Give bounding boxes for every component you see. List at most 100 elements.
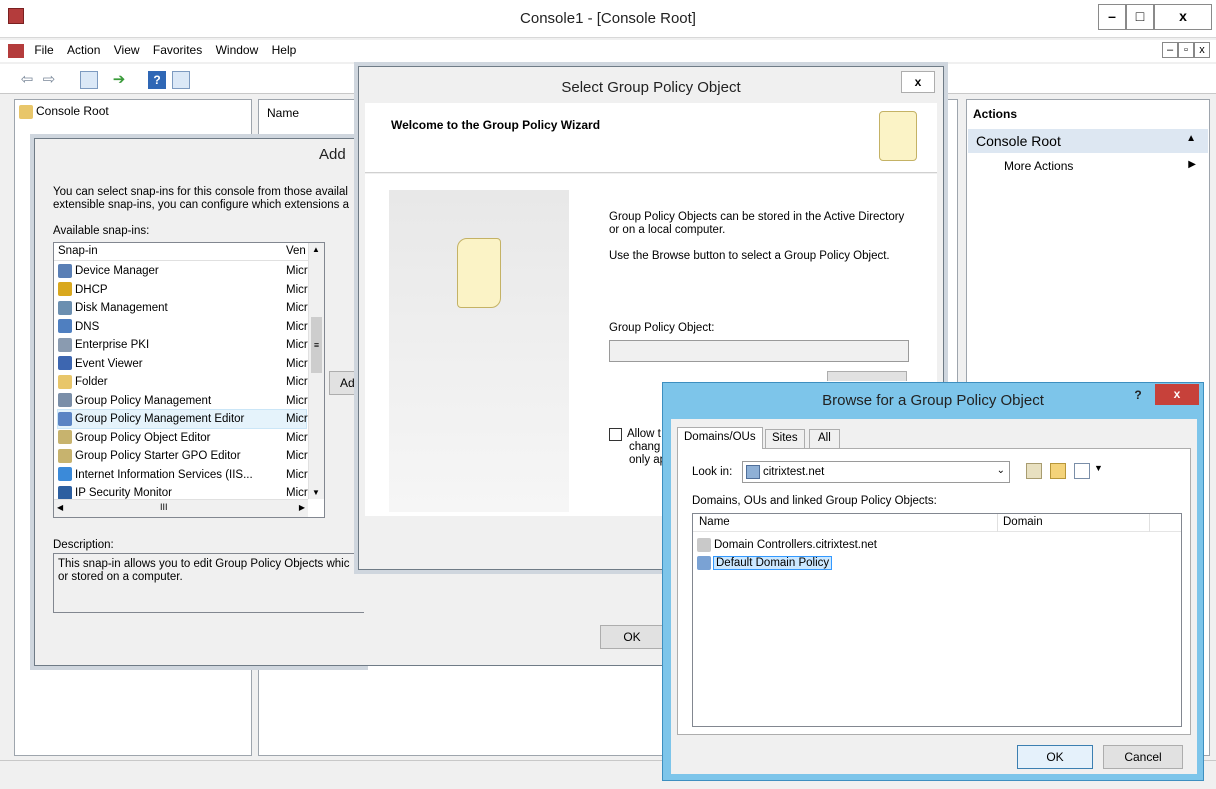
inner-window-controls: – ▫ x xyxy=(1162,42,1210,60)
inner-minimize-button[interactable]: – xyxy=(1162,42,1178,58)
snapin-row[interactable]: Group Policy Management Micr xyxy=(58,392,308,410)
minimize-button[interactable]: – xyxy=(1098,4,1126,30)
snapin-row[interactable]: Group Policy Management Editor Micr xyxy=(57,409,308,429)
snapin-row[interactable]: DNS Micr xyxy=(58,318,308,336)
menu-favorites[interactable]: Favorites xyxy=(148,40,207,60)
browse-help-button[interactable]: ? xyxy=(1123,385,1153,405)
menu-view[interactable]: View xyxy=(109,40,145,60)
intro-text-line2: extensible snap-ins, you can configure w… xyxy=(53,199,349,211)
snapin-icon xyxy=(58,337,72,352)
snapin-name: Device Manager xyxy=(75,265,159,277)
new-gpo-icon[interactable] xyxy=(1050,463,1066,479)
submenu-arrow-icon: ▶ xyxy=(1188,159,1196,170)
gpo-row[interactable]: Default Domain Policy xyxy=(697,554,833,572)
column-header-snapin[interactable]: Snap-in xyxy=(58,245,98,257)
tab-sites[interactable]: Sites xyxy=(765,429,805,449)
browse-cancel-button[interactable]: Cancel xyxy=(1103,745,1183,769)
snapin-icon xyxy=(58,467,72,482)
snapin-row[interactable]: Internet Information Services (IIS... Mic… xyxy=(58,466,308,484)
snapin-row[interactable]: DHCP Micr xyxy=(58,281,308,299)
browse-ok-button[interactable]: OK xyxy=(1017,745,1093,769)
actions-section-console-root[interactable]: Console Root ▲ xyxy=(968,129,1208,153)
gpo-input[interactable] xyxy=(609,340,909,362)
snapin-name: DNS xyxy=(75,320,100,333)
snapin-row[interactable]: Device Manager Micr xyxy=(58,262,308,280)
snapin-row[interactable]: Folder Micr xyxy=(58,373,308,391)
description-box: This snap-in allows you to edit Group Po… xyxy=(53,553,365,613)
scroll-thumb-grip[interactable]: III xyxy=(160,502,168,512)
list-label: Domains, OUs and linked Group Policy Obj… xyxy=(692,495,937,507)
add-snapins-title: Add xyxy=(319,146,346,163)
wizard-desc-line1: Group Policy Objects can be stored in th… xyxy=(609,211,905,223)
description-label: Description: xyxy=(53,539,114,551)
snapin-column-header[interactable]: Snap-in Ven xyxy=(54,243,308,261)
tree-item-console-root[interactable]: Console Root xyxy=(19,103,109,119)
snapin-row[interactable]: Disk Management Micr xyxy=(58,299,308,317)
snapin-name: DHCP xyxy=(75,283,108,296)
view-dropdown-icon[interactable]: ▼ xyxy=(1094,463,1103,473)
snapin-vendor: Micr xyxy=(286,450,308,462)
snapin-row[interactable]: Enterprise PKI Micr xyxy=(58,336,308,354)
snapin-icon xyxy=(58,448,72,463)
column-header-name[interactable]: Name xyxy=(699,516,730,528)
menu-action[interactable]: Action xyxy=(62,40,105,60)
wizard-header-icon xyxy=(879,111,917,161)
select-gpo-close-button[interactable]: x xyxy=(901,71,935,93)
column-divider xyxy=(1149,514,1150,532)
show-hide-tree-icon[interactable] xyxy=(80,71,98,89)
menu-help[interactable]: Help xyxy=(267,40,302,60)
snapin-row[interactable]: Event Viewer Micr xyxy=(58,355,308,373)
allow-text-line1: Allow t xyxy=(627,428,661,440)
export-list-icon[interactable]: ➔ xyxy=(110,71,128,89)
column-header-name[interactable]: Name xyxy=(267,106,299,120)
snapin-vendor: Micr xyxy=(286,468,308,481)
gpo-list[interactable]: Name Domain Domain Controllers.citrixtes… xyxy=(692,513,1182,727)
gpo-list-header: Name Domain xyxy=(693,514,1181,532)
close-button[interactable]: x xyxy=(1154,4,1212,30)
menu-window[interactable]: Window xyxy=(211,40,264,60)
scroll-thumb[interactable]: ≡ xyxy=(311,317,322,373)
description-text-line2: or stored on a computer. xyxy=(58,571,183,583)
add-snapins-ok-button[interactable]: OK xyxy=(600,625,664,649)
help-icon[interactable]: ? xyxy=(148,71,166,89)
console-menu-icon[interactable] xyxy=(8,44,24,58)
menu-file[interactable]: File xyxy=(29,40,58,60)
snapin-row[interactable]: Group Policy Object Editor Micr xyxy=(58,429,308,447)
snapin-name: IP Security Monitor xyxy=(75,487,172,499)
maximize-button[interactable]: □ xyxy=(1126,4,1154,30)
scroll-down-arrow-icon[interactable]: ▼ xyxy=(312,488,320,497)
snapin-icon xyxy=(58,485,72,500)
scroll-up-arrow-icon[interactable]: ▲ xyxy=(312,245,320,254)
view-menu-icon[interactable] xyxy=(1074,463,1090,479)
action-pane-icon[interactable] xyxy=(172,71,190,89)
vertical-scrollbar[interactable]: ▲ ≡ ▼ xyxy=(308,243,324,499)
more-actions-item[interactable]: More Actions ▶ xyxy=(968,156,1208,176)
browse-button[interactable] xyxy=(827,371,907,381)
gpo-label: Group Policy Object: xyxy=(609,322,715,334)
forward-arrow-icon[interactable]: ⇨ xyxy=(40,71,58,89)
horizontal-scrollbar[interactable]: ◀ III ▶ xyxy=(54,499,308,517)
column-header-vendor[interactable]: Ven xyxy=(286,245,306,257)
allow-checkbox[interactable] xyxy=(609,428,622,441)
snapin-icon xyxy=(58,393,72,408)
snapin-row[interactable]: Group Policy Starter GPO Editor Micr xyxy=(58,447,308,465)
gpo-row[interactable]: Domain Controllers.citrixtest.net xyxy=(697,536,877,554)
browse-close-button[interactable]: x xyxy=(1155,384,1199,405)
snapin-vendor: Micr xyxy=(286,339,308,351)
column-header-domain[interactable]: Domain xyxy=(1003,516,1043,528)
tab-all[interactable]: All xyxy=(809,429,840,449)
scroll-document-icon xyxy=(457,238,501,308)
tab-domains-ous[interactable]: Domains/OUs xyxy=(677,427,763,449)
collapse-up-icon[interactable]: ▲ xyxy=(1186,133,1196,144)
dropdown-arrow-icon[interactable]: ⌄ xyxy=(997,465,1005,476)
scroll-right-arrow-icon[interactable]: ▶ xyxy=(299,503,305,512)
snapin-vendor: Micr xyxy=(286,413,308,425)
scroll-left-arrow-icon[interactable]: ◀ xyxy=(57,503,63,512)
available-snapins-list[interactable]: Snap-in Ven Device Manager Micr DHCP Micr Di… xyxy=(53,242,325,518)
back-arrow-icon[interactable]: ⇦ xyxy=(18,71,36,89)
up-one-level-icon[interactable] xyxy=(1026,463,1042,479)
inner-restore-button[interactable]: ▫ xyxy=(1178,42,1194,58)
inner-close-button[interactable]: x xyxy=(1194,42,1210,58)
snapin-icon xyxy=(58,411,72,426)
look-in-combo[interactable]: citrixtest.net ⌄ xyxy=(742,461,1010,483)
